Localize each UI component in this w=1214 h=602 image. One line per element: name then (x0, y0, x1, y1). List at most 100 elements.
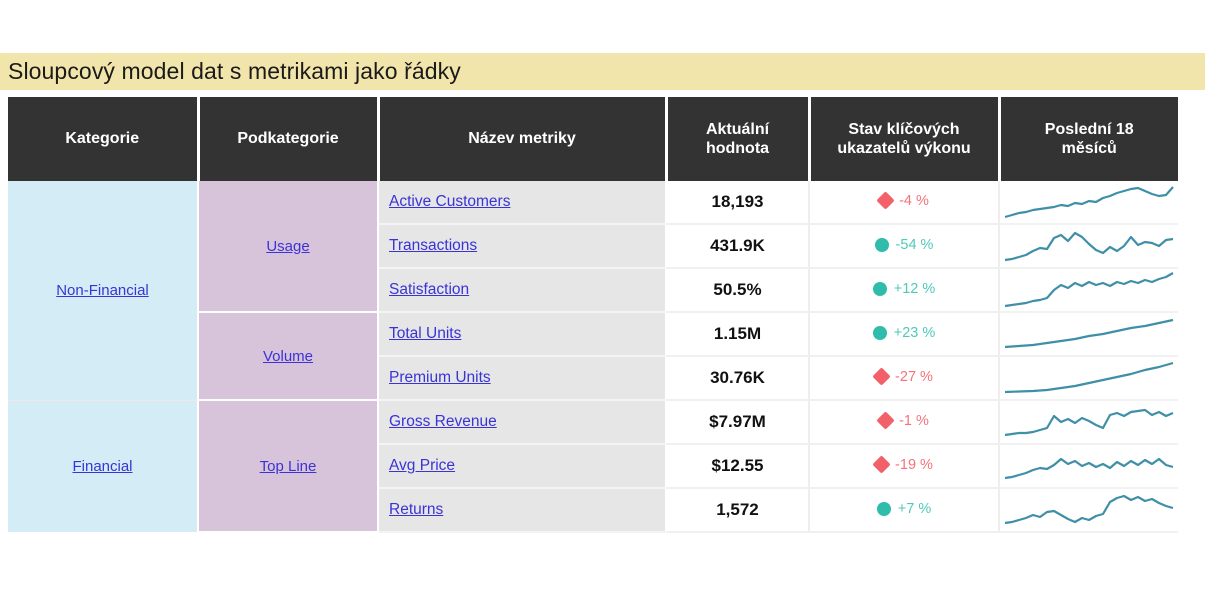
subcategory-link[interactable]: Usage (266, 238, 309, 255)
kpi-diamond-icon (872, 367, 891, 386)
kpi-value-label: +12 % (893, 280, 936, 297)
metric-name-cell[interactable]: Gross Revenue (378, 400, 667, 445)
header-poslednich-18-mesicu[interactable]: Poslední 18 měsíců (999, 97, 1178, 181)
header-stav-kpi-line1: Stav klíčových (848, 120, 960, 138)
metric-value-cell: $12.55 (666, 444, 810, 489)
metric-name-cell[interactable]: Returns (378, 488, 667, 533)
metric-value-cell: $7.97M (666, 400, 810, 445)
metric-name-cell[interactable]: Satisfaction (378, 268, 667, 313)
title-band: Sloupcový model dat s metrikami jako řád… (0, 53, 1205, 90)
metric-link[interactable]: Gross Revenue (389, 413, 497, 430)
kpi-status-cell: +7 % (809, 488, 1000, 533)
header-podkategorie[interactable]: Podkategorie (198, 97, 380, 181)
header-podkategorie-label: Podkategorie (237, 130, 339, 148)
category-link[interactable]: Non-Financial (56, 282, 149, 299)
sparkline-chart (1004, 457, 1174, 480)
kpi-indicator: -54 % (874, 236, 934, 253)
category-cell-non-financial[interactable]: Non-Financial (8, 181, 199, 401)
kpi-value-label: -19 % (895, 456, 933, 473)
header-poslednich-18-line2: měsíců (1061, 140, 1117, 157)
header-kategorie-label: Kategorie (65, 130, 140, 148)
table-row: Financial Top Line Gross Revenue $7.97M … (8, 400, 1178, 533)
sparkline-chart (1004, 361, 1174, 394)
kpi-value-label: -54 % (895, 236, 934, 253)
sparkline-cell (999, 312, 1178, 357)
subcategory-cell-volume[interactable]: Volume (198, 312, 379, 401)
kpi-status-cell: -27 % (809, 356, 1000, 401)
metric-link[interactable]: Transactions (389, 237, 477, 254)
kpi-value-label: +23 % (893, 324, 936, 341)
sparkline-cell (999, 268, 1178, 313)
metric-value-cell: 18,193 (666, 181, 810, 225)
kpi-table: Kategorie Podkategorie Název metriky Akt… (8, 97, 1178, 533)
sparkline-chart (1004, 231, 1174, 262)
sparkline-cell (999, 356, 1178, 401)
header-nazev-metriky[interactable]: Název metriky (378, 97, 668, 181)
header-kategorie[interactable]: Kategorie (8, 97, 200, 181)
metric-value-cell: 30.76K (666, 356, 810, 401)
kpi-status-cell: -4 % (809, 181, 1000, 225)
table-body: Non-Financial Usage Active Customers 18,… (8, 181, 1178, 533)
sparkline-cell (999, 488, 1178, 533)
metric-link[interactable]: Active Customers (389, 193, 510, 210)
table-header: Kategorie Podkategorie Název metriky Akt… (8, 97, 1178, 181)
sparkline-cell (999, 224, 1178, 269)
metric-name-cell[interactable]: Premium Units (378, 356, 667, 401)
header-row: Kategorie Podkategorie Název metriky Akt… (8, 97, 1178, 181)
kpi-status-cell: +23 % (809, 312, 1000, 357)
kpi-circle-icon (872, 281, 887, 296)
metric-link[interactable]: Returns (389, 501, 443, 518)
metric-link[interactable]: Total Units (389, 325, 461, 342)
metric-link[interactable]: Premium Units (389, 369, 491, 386)
kpi-status-cell: -1 % (809, 400, 1000, 445)
subcategory-cell-usage[interactable]: Usage (198, 181, 379, 313)
kpi-circle-icon (876, 501, 891, 516)
kpi-value-label: +7 % (897, 500, 932, 517)
kpi-circle-icon (872, 325, 887, 340)
subcategory-link[interactable]: Volume (263, 348, 313, 365)
kpi-status-cell: -19 % (809, 444, 1000, 489)
kpi-value-label: -27 % (895, 368, 933, 385)
kpi-indicator: -1 % (876, 411, 929, 430)
sparkline-chart (1004, 272, 1174, 308)
subcategory-cell-top-line[interactable]: Top Line (198, 400, 379, 533)
metric-link[interactable]: Satisfaction (389, 281, 469, 298)
subcategory-link[interactable]: Top Line (260, 458, 317, 475)
kpi-indicator: -19 % (872, 455, 933, 474)
header-aktualni-hodnota-line2: hodnota (705, 140, 770, 157)
kpi-indicator: +12 % (872, 280, 936, 297)
sparkline-cell (999, 181, 1178, 225)
kpi-diamond-icon (872, 455, 891, 474)
kpi-circle-icon (874, 237, 889, 252)
header-stav-kpi[interactable]: Stav klíčových ukazatelů výkonu (809, 97, 1001, 181)
sparkline-cell (999, 400, 1178, 445)
kpi-indicator: -4 % (876, 191, 929, 210)
screen-root: Sloupcový model dat s metrikami jako řád… (0, 0, 1214, 602)
kpi-diamond-icon (876, 191, 895, 210)
kpi-indicator: -27 % (872, 367, 933, 386)
kpi-value-label: -4 % (899, 192, 929, 209)
metric-name-cell[interactable]: Active Customers (378, 181, 667, 225)
metric-value-cell: 1,572 (666, 488, 810, 533)
header-poslednich-18-line1: Poslední 18 (1044, 120, 1134, 138)
category-link[interactable]: Financial (72, 458, 132, 475)
metric-value-cell: 50.5% (666, 268, 810, 313)
sparkline-chart (1004, 494, 1174, 525)
header-aktualni-hodnota-line1: Aktuální (705, 120, 770, 138)
kpi-indicator: +7 % (876, 500, 932, 517)
kpi-diamond-icon (876, 411, 895, 430)
metric-link[interactable]: Avg Price (389, 457, 455, 474)
metric-name-cell[interactable]: Avg Price (378, 444, 667, 489)
metric-name-cell[interactable]: Total Units (378, 312, 667, 357)
sparkline-cell (999, 444, 1178, 489)
kpi-indicator: +23 % (872, 324, 936, 341)
kpi-table-wrapper: Kategorie Podkategorie Název metriky Akt… (8, 97, 1178, 533)
page-title: Sloupcový model dat s metrikami jako řád… (8, 58, 461, 84)
metric-name-cell[interactable]: Transactions (378, 224, 667, 269)
header-aktualni-hodnota[interactable]: Aktuální hodnota (666, 97, 811, 181)
sparkline-chart (1004, 408, 1174, 437)
sparkline-chart (1004, 318, 1174, 349)
header-stav-kpi-line2: ukazatelů výkonu (837, 140, 971, 157)
kpi-status-cell: -54 % (809, 224, 1000, 269)
category-cell-financial[interactable]: Financial (8, 400, 199, 532)
